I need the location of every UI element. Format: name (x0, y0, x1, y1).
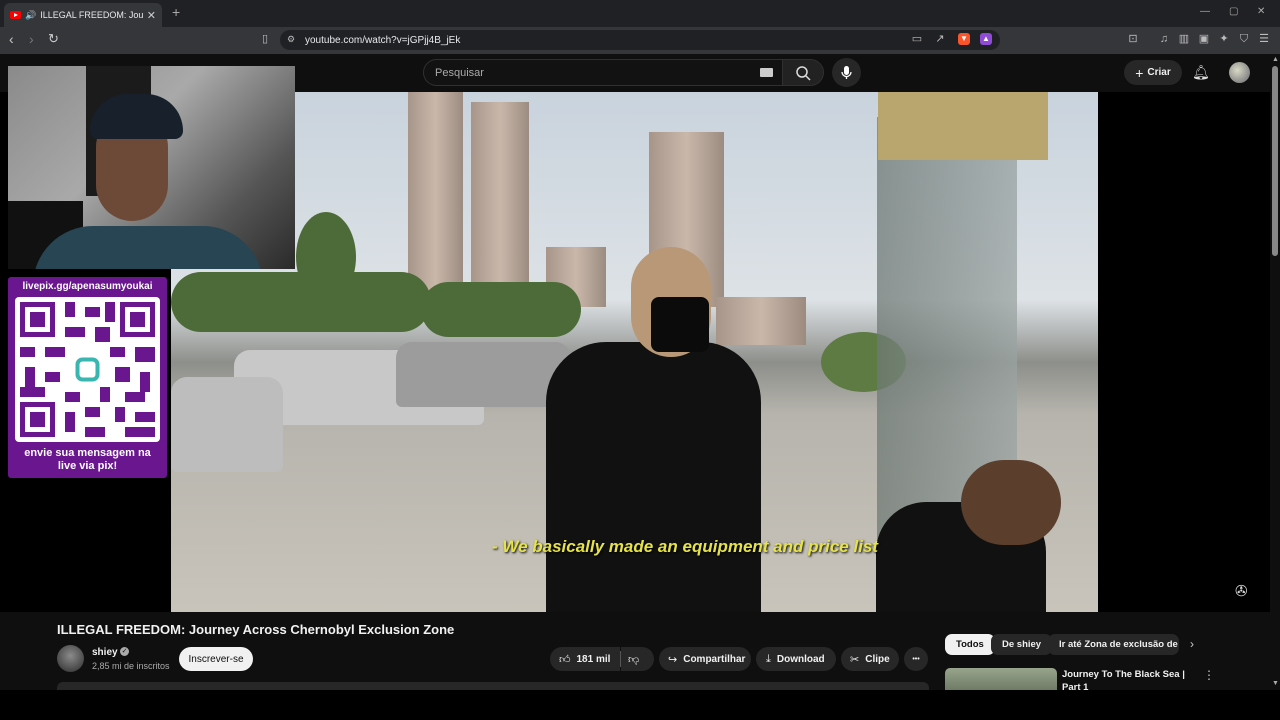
like-count: 181 mil (576, 653, 611, 665)
chip-from-channel[interactable]: De shiey (991, 634, 1053, 655)
download-button[interactable]: ⤓ Download (756, 647, 836, 671)
like-button[interactable]: 👍︎ 181 mil (550, 647, 620, 671)
video-title: ILLEGAL FREEDOM: Journey Across Chernoby… (57, 622, 455, 637)
tree (171, 272, 431, 332)
plus-icon: + (1135, 64, 1144, 81)
building (408, 92, 463, 292)
tab-title: ILLEGAL FREEDOM: Journey Across Chernoby… (40, 10, 143, 20)
channel-avatar[interactable] (57, 645, 84, 672)
sidebar-icon[interactable]: ▥ (1178, 33, 1190, 45)
streamer-body (33, 226, 263, 269)
back-arrow-icon[interactable]: ‹ (9, 31, 14, 47)
streamer-webcam (8, 66, 295, 269)
reload-icon[interactable]: ↻ (48, 31, 59, 47)
brave-rewards-icon[interactable]: ▲ (980, 33, 992, 45)
create-button[interactable]: + Criar (1124, 60, 1182, 85)
person-right-head (961, 460, 1061, 545)
brave-shield-icon[interactable]: ▼ (958, 33, 970, 45)
tab-close-icon[interactable]: ✕ (147, 9, 156, 22)
next-video-menu-icon[interactable]: ⋮ (1203, 668, 1215, 682)
wallet-icon[interactable]: ▣ (1198, 33, 1210, 45)
media-icon[interactable]: ♫ (1158, 33, 1170, 45)
tab-search-icon[interactable]: ⊡ (1127, 33, 1139, 45)
browser-tab-bar (0, 0, 1280, 27)
more-actions-button[interactable]: ••• (904, 647, 928, 671)
qr-code-graphic (20, 302, 155, 437)
maximize-icon[interactable]: ▢ (1229, 6, 1238, 17)
awning (878, 92, 1048, 160)
menu-icon[interactable]: ☰ (1258, 33, 1270, 45)
chips-next-chevron-icon[interactable]: › (1190, 637, 1194, 651)
face-mask (651, 297, 709, 352)
video-subtitle: - We basically made an equipment and pri… (491, 537, 879, 556)
subscribe-button[interactable]: Inscrever-se (179, 647, 253, 671)
scroll-down-icon[interactable]: ▼ (1272, 680, 1279, 687)
thumbs-down-icon: 👎︎ (628, 653, 640, 666)
new-tab-button[interactable]: + (172, 4, 180, 20)
youtube-favicon-icon (10, 11, 21, 19)
cast-icon[interactable]: ▭ (911, 33, 923, 45)
user-avatar[interactable] (1229, 62, 1250, 83)
share-button[interactable]: ↪ Compartilhar (659, 647, 751, 671)
streamer-beanie (90, 94, 183, 139)
thumbs-up-icon: 👍︎ (559, 653, 571, 666)
voice-search-button[interactable] (832, 58, 861, 87)
channel-watermark-icon[interactable]: ✇ (1235, 582, 1248, 600)
subscriber-count: 2,85 mi de inscritos (92, 661, 170, 671)
tree (421, 282, 581, 337)
bottom-letterbox (0, 690, 1280, 720)
dislike-button[interactable]: 👎︎ (621, 647, 654, 671)
download-icon: ⤓ (766, 652, 771, 665)
speaker-icon[interactable]: 🔊 (25, 10, 36, 21)
next-video-title[interactable]: Journey To The Black Sea | Part 1 (1062, 668, 1202, 690)
search-placeholder: Pesquisar (435, 66, 484, 79)
share-page-icon[interactable]: ↗ (934, 33, 946, 45)
qr-code (15, 297, 160, 442)
parked-car (396, 342, 571, 407)
download-label: Download (776, 653, 825, 665)
pix-url: livepix.gg/apenasumyoukai (22, 281, 153, 292)
microphone-icon (841, 66, 852, 79)
verified-badge-icon: ✓ (120, 647, 129, 656)
clip-button[interactable]: ✂ Clipe (841, 647, 899, 671)
video-frame[interactable] (171, 92, 1098, 612)
search-button[interactable] (782, 59, 824, 86)
chip-all[interactable]: Todos (945, 634, 995, 655)
person-foreground (546, 342, 761, 612)
page-scrollbar-thumb[interactable] (1272, 66, 1278, 256)
parked-car (171, 377, 283, 472)
forward-arrow-icon[interactable]: › (29, 31, 34, 47)
bookmark-icon[interactable]: ▯ (259, 33, 271, 45)
building (716, 297, 806, 345)
clip-label: Clipe (865, 653, 890, 665)
vpn-icon[interactable]: ⛉ (1238, 33, 1250, 45)
site-settings-icon[interactable]: ⚙ (285, 33, 297, 45)
browser-tab-active[interactable]: 🔊 ILLEGAL FREEDOM: Journey Across Cherno… (4, 3, 162, 27)
share-label: Compartilhar (683, 653, 746, 665)
create-label: Criar (1147, 67, 1171, 78)
url-text: youtube.com/watch?v=jGPjj4B_jEk (305, 34, 461, 46)
search-icon (796, 66, 811, 81)
scissors-icon: ✂ (850, 653, 860, 666)
scroll-up-icon[interactable]: ▲ (1272, 56, 1279, 63)
window-close-icon[interactable]: ✕ (1257, 6, 1265, 17)
leo-ai-icon[interactable]: ✦ (1218, 33, 1230, 45)
keyboard-icon[interactable] (760, 68, 773, 77)
share-icon: ↪ (668, 653, 678, 666)
search-input[interactable]: Pesquisar (423, 59, 783, 86)
building (471, 102, 529, 292)
channel-name[interactable]: shiey (92, 647, 118, 658)
chip-go-to[interactable]: Ir até Zona de exclusão de Ch (1048, 634, 1179, 655)
pix-message-line2: live via pix! (57, 460, 118, 472)
minimize-icon[interactable]: — (1200, 6, 1210, 17)
pix-message-line1: envie sua mensagem na (24, 447, 151, 459)
notifications-bell-icon[interactable]: 🔔︎ (1192, 64, 1210, 81)
url-bar[interactable]: youtube.com/watch?v=jGPjj4B_jEk (280, 30, 1000, 50)
pix-message: envie sua mensagem na live via pix! (8, 447, 167, 473)
next-video-thumbnail[interactable] (945, 668, 1057, 690)
